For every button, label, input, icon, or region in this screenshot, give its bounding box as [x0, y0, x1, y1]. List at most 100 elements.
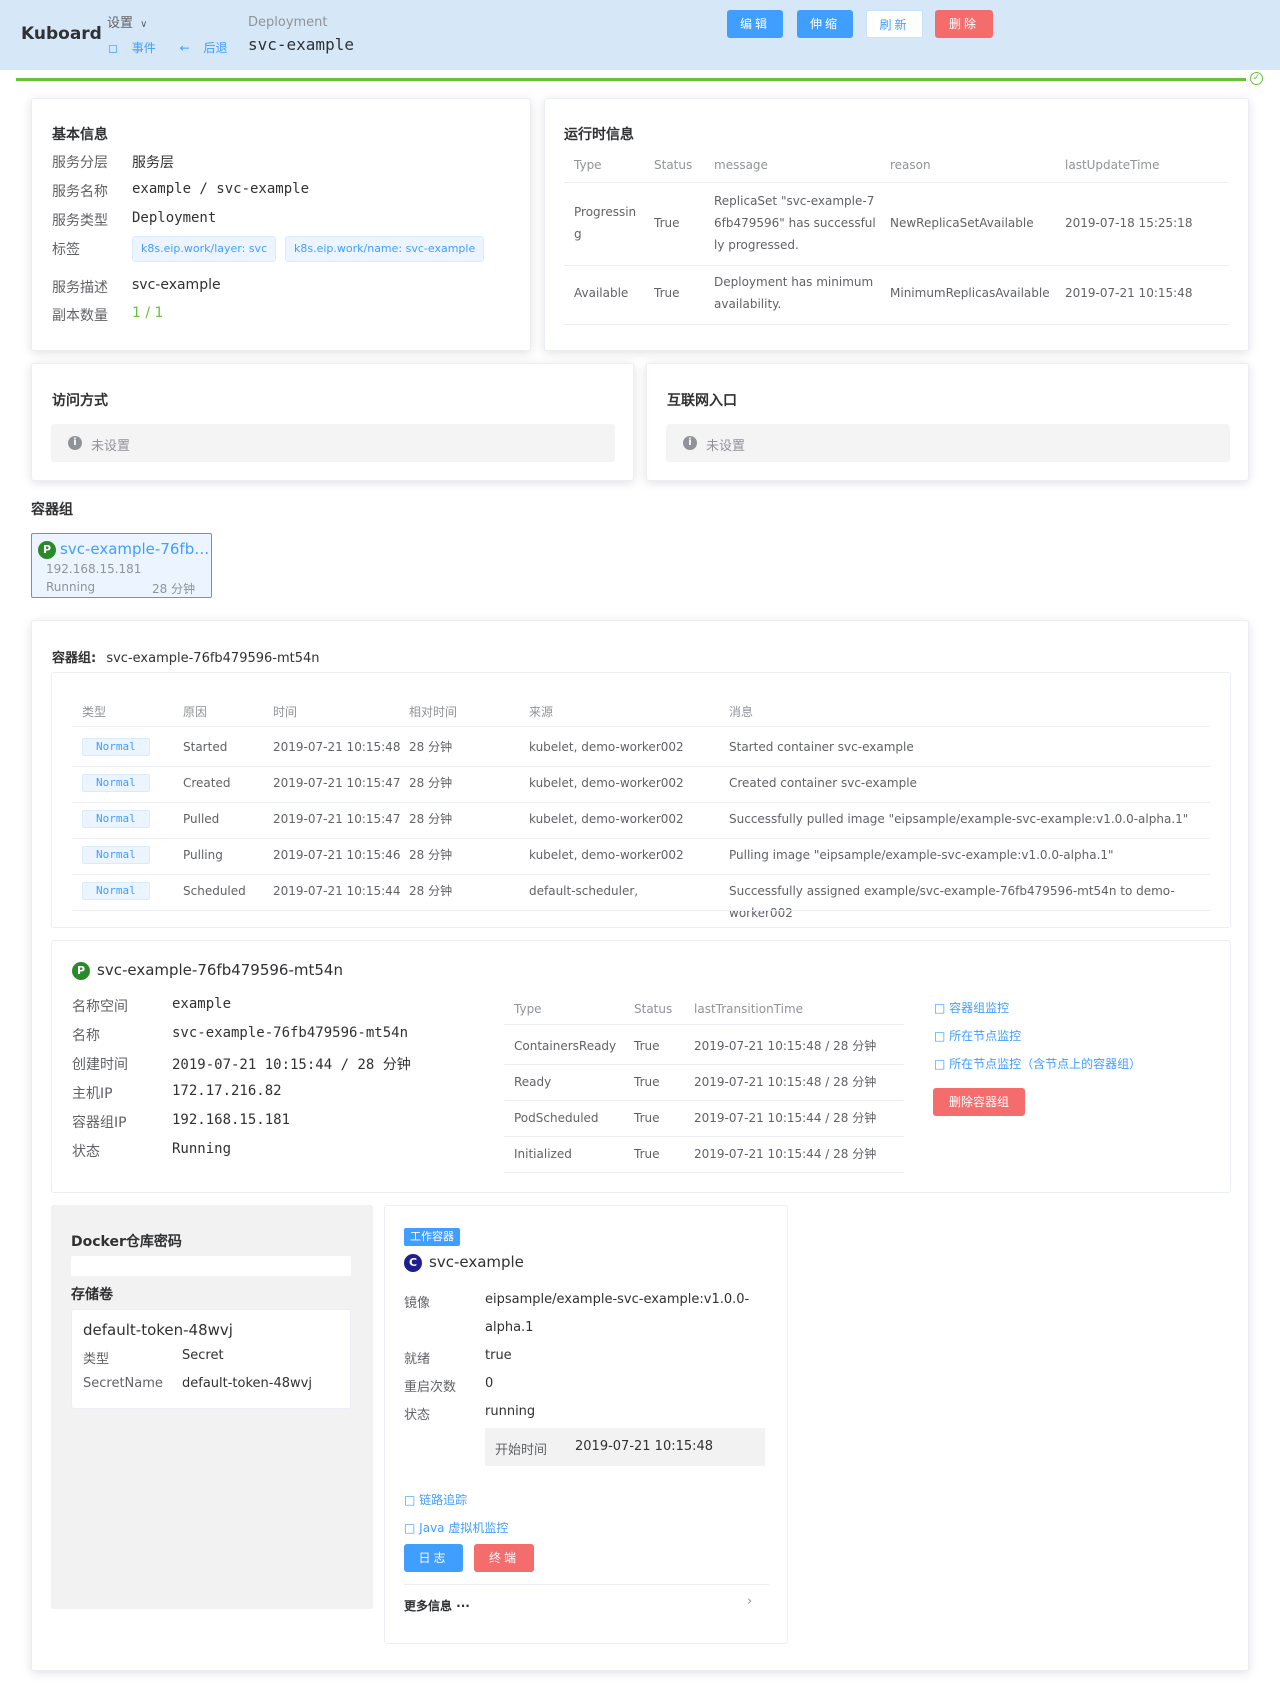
delete-pod-button[interactable]: 删除容器组: [933, 1088, 1025, 1116]
pod-field-label: 创建时间: [72, 1057, 128, 1073]
col-time: 时间: [273, 705, 298, 719]
log-button[interactable]: 日志: [404, 1544, 463, 1572]
event-message: Successfully pulled image "eipsample/exa…: [729, 812, 1189, 826]
divider: [72, 726, 1210, 727]
more-info-toggle[interactable]: 更多信息 ···: [404, 1597, 470, 1614]
access-empty-text: 未设置: [91, 439, 131, 454]
runtime-row-message: ReplicaSet "svc-example-76fb479596" has …: [714, 194, 876, 252]
col-last-update: lastUpdateTime: [1065, 158, 1160, 172]
condition-time: 2019-07-21 10:15:44 / 28 分钟: [694, 1147, 877, 1161]
event-time: 2019-07-21 10:15:46: [273, 848, 401, 862]
service-type-label: 服务类型: [52, 213, 108, 229]
event-time: 2019-07-21 10:15:47: [273, 812, 401, 826]
chevron-down-icon: ∨: [140, 19, 148, 30]
event-rel: 28 分钟: [409, 812, 453, 826]
divider: [72, 802, 1210, 803]
events-panel: 类型 原因 时间 相对时间 来源 消息 Normal Started 2019-07…: [51, 672, 1231, 928]
pod-info-panel: P svc-example-76fb479596-mt54n 名称空间 examp…: [51, 940, 1231, 1193]
state-label: 状态: [404, 1408, 431, 1423]
tag-name: k8s.eip.work/name: svc-example: [285, 236, 485, 262]
event-source: default-scheduler,: [529, 884, 639, 898]
scale-button[interactable]: 伸缩: [797, 10, 853, 38]
divider: [72, 838, 1210, 839]
col-relative-time: 相对时间: [409, 705, 458, 719]
pod-field-label: 容器组IP: [72, 1115, 127, 1131]
settings-label: 设置: [107, 16, 134, 31]
event-rel: 28 分钟: [409, 740, 453, 754]
service-type-value: Deployment: [132, 210, 217, 226]
node-monitor-label: 所在节点监控: [949, 1029, 1022, 1043]
terminal-button[interactable]: 终端: [474, 1544, 534, 1572]
node-monitor-link[interactable]: □ 所在节点监控: [934, 1027, 1021, 1044]
col-message: 消息: [729, 705, 754, 719]
event-rel: 28 分钟: [409, 848, 453, 862]
pod-detail-title: 容器组: svc-example-76fb479596-mt54n: [52, 647, 320, 666]
external-link-icon: ◻: [108, 41, 118, 55]
event-type-badge: Normal: [82, 774, 150, 792]
container-role-tag: 工作容器: [404, 1228, 460, 1246]
secret-name-label: SecretName: [83, 1376, 163, 1391]
event-type-badge: Normal: [82, 810, 150, 828]
col-type: 类型: [82, 705, 107, 719]
service-name-label: 服务名称: [52, 184, 108, 200]
event-reason: Pulling: [183, 848, 223, 862]
col-message: message: [714, 158, 768, 172]
condition-time: 2019-07-21 10:15:44 / 28 分钟: [694, 1111, 877, 1125]
event-reason: Scheduled: [183, 884, 246, 898]
runtime-row-status: True: [654, 286, 680, 300]
chevron-right-icon[interactable]: ›: [747, 1594, 752, 1609]
image-value-line1: eipsample/example-svc-example:v1.0.0-: [485, 1292, 750, 1307]
back-link-label: 后退: [203, 41, 228, 55]
condition-type: Initialized: [514, 1147, 572, 1161]
col-status: Status: [634, 1002, 673, 1016]
layer-value: 服务层: [132, 155, 174, 171]
col-reason: 原因: [183, 705, 208, 719]
event-reason: Created: [183, 776, 231, 790]
state-value: running: [485, 1404, 536, 1419]
event-rel: 28 分钟: [409, 884, 453, 898]
ready-label: 就绪: [404, 1352, 431, 1367]
jvm-monitor-link[interactable]: □ Java 虚拟机监控: [404, 1519, 508, 1536]
runtime-row-time: 2019-07-18 15:25:18: [1065, 216, 1193, 230]
layer-label: 服务分层: [52, 155, 108, 171]
tag-layer: k8s.eip.work/layer: svc: [132, 236, 277, 262]
pod-detail-prefix: 容器组:: [52, 651, 97, 666]
pod-badge: P: [38, 541, 56, 559]
settings-dropdown[interactable]: 设置 ∨: [107, 12, 147, 31]
desc-label: 服务描述: [52, 280, 108, 296]
monitor-icon: □: [404, 1521, 416, 1535]
back-link[interactable]: ← 后退: [180, 41, 238, 55]
divider: [564, 265, 1229, 266]
volumes-panel: Docker仓库密码 存储卷 default-token-48wvj 类型 Se…: [51, 1205, 373, 1609]
edit-button[interactable]: 编辑: [727, 10, 783, 38]
pod-field-value: 2019-07-21 10:15:44 / 28 分钟: [172, 1057, 411, 1073]
image-value-line2: alpha.1: [485, 1320, 534, 1335]
runtime-row-reason: NewReplicaSetAvailable: [890, 216, 1034, 230]
info-icon: i: [683, 436, 697, 450]
node-pods-monitor-label: 所在节点监控（含节点上的容器组）: [949, 1057, 1142, 1071]
condition-status: True: [634, 1039, 660, 1053]
start-time-box: 开始时间 2019-07-21 10:15:48: [485, 1428, 765, 1466]
event-reason: Pulled: [183, 812, 220, 826]
node-pods-monitor-link[interactable]: □ 所在节点监控（含节点上的容器组）: [934, 1055, 1141, 1072]
divider: [504, 1024, 904, 1025]
condition-type: PodScheduled: [514, 1111, 599, 1125]
trace-link-label: 链路追踪: [419, 1493, 468, 1507]
trace-link[interactable]: □ 链路追踪: [404, 1491, 467, 1508]
divider: [564, 324, 1229, 325]
storage-title: 存储卷: [71, 1287, 113, 1303]
event-time: 2019-07-21 10:15:48: [273, 740, 401, 754]
container-name: svc-example: [429, 1253, 524, 1271]
pod-monitor-link[interactable]: □ 容器组监控: [934, 999, 1009, 1016]
access-card: 访问方式 i 未设置: [31, 363, 634, 481]
delete-button[interactable]: 删除: [935, 10, 993, 38]
ingress-title: 互联网入口: [667, 393, 737, 409]
event-source: kubelet, demo-worker002: [529, 776, 684, 790]
col-status: Status: [654, 158, 693, 172]
pod-card[interactable]: P svc-example-76fb… 192.168.15.181 Runni…: [31, 533, 212, 598]
docker-secret-title: Docker仓库密码: [71, 1234, 182, 1250]
events-link[interactable]: ◻ 事件: [108, 41, 166, 55]
refresh-button[interactable]: 刷新: [866, 10, 923, 38]
col-source: 来源: [529, 705, 554, 719]
start-time-value: 2019-07-21 10:15:48: [575, 1439, 714, 1454]
